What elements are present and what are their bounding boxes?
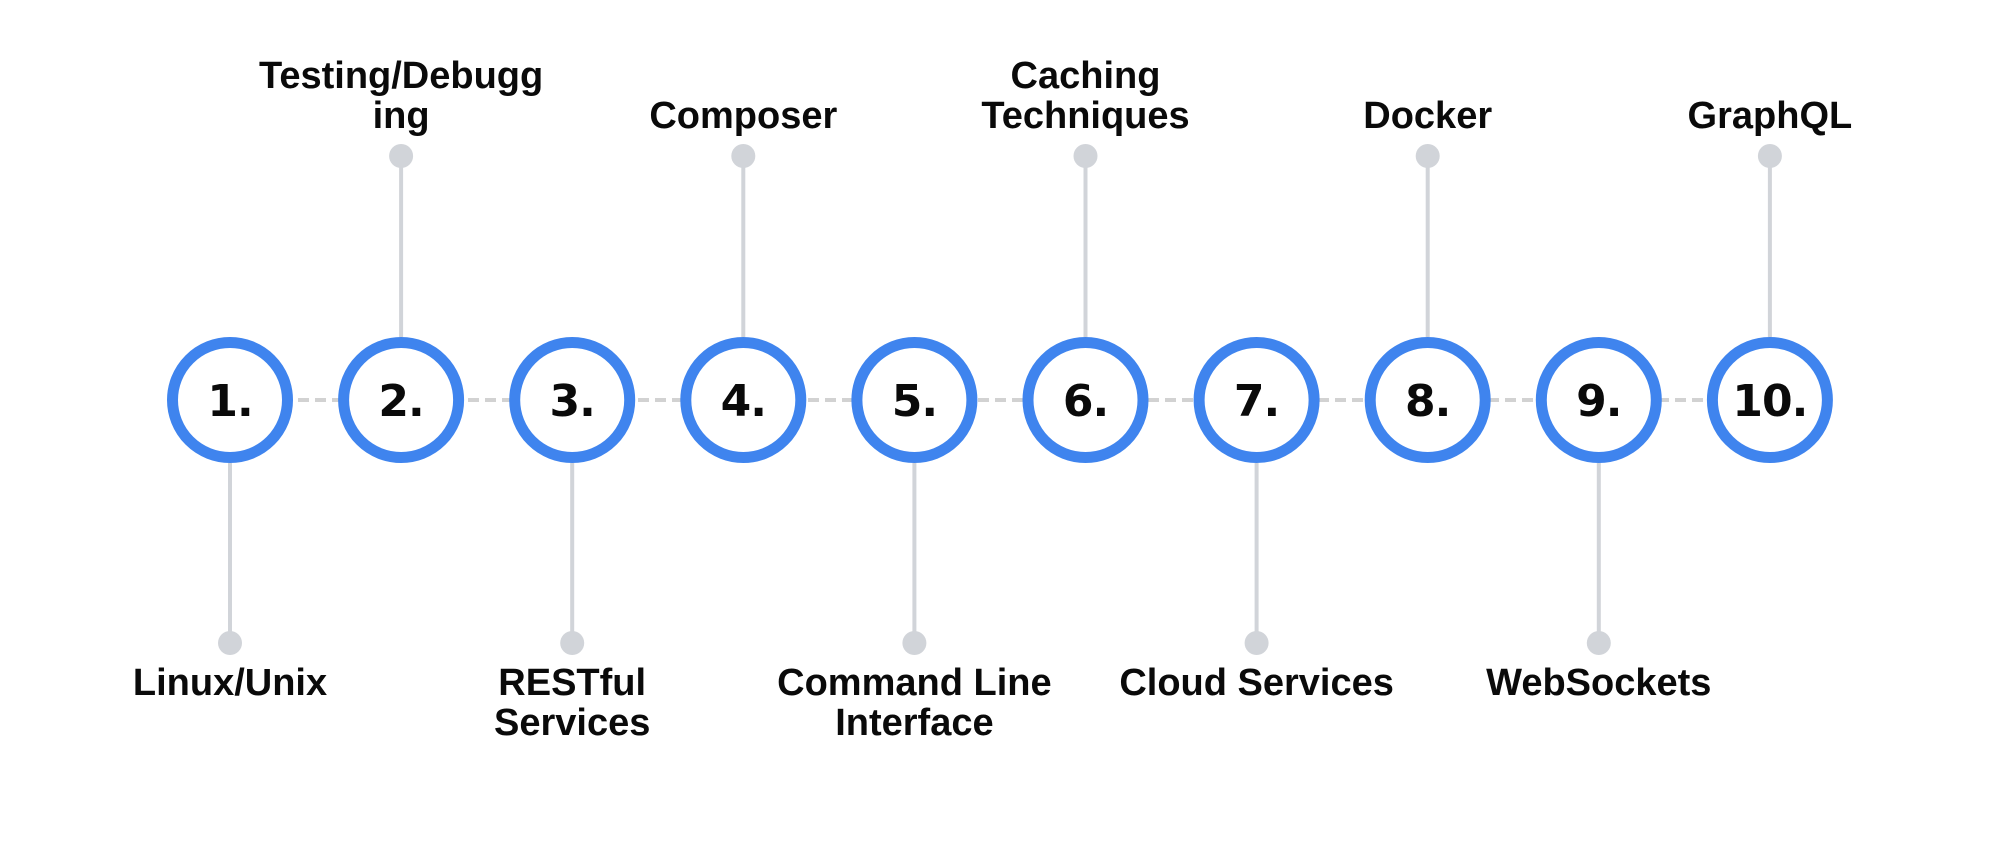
timeline-node: 8. [1364,337,1491,463]
item-label: CachingTechniques [981,55,1189,137]
item-label-line: Testing/Debugg [259,55,543,97]
node-number: 2. [378,376,423,427]
timeline-node: 5. [851,337,978,463]
item-label: WebSockets [1486,662,1711,704]
item-label-line: Linux/Unix [133,662,327,704]
node-number: 4. [721,376,766,427]
node-number: 6. [1063,376,1108,427]
node-number: 8. [1405,376,1450,427]
item-label: Cloud Services [1119,662,1394,704]
timeline-node: 2. [338,337,465,463]
connector-dot [1586,631,1611,655]
connector-dot [1073,144,1098,168]
item-label: Composer [649,95,837,137]
node-number: 10. [1732,376,1807,427]
connector-dot [902,631,927,655]
node-number: 3. [550,376,595,427]
timeline-node: 6. [1022,337,1149,463]
connector-dot [218,631,242,655]
timeline-node: 9. [1535,337,1662,463]
item-label-line: RESTful [498,662,646,704]
timeline-node: 1. [167,337,293,463]
item-label: RESTfulServices [494,662,650,744]
timeline-diagram: 1. 2. 3. 4. 5. 6. 7. 8. 9. 10. Linux/Unix Testing/… [133,55,1853,744]
connector-dot [560,631,585,655]
item-label-line: Command Line [777,662,1051,704]
item-label-line: Services [494,702,650,744]
node-number: 7. [1234,376,1279,427]
timeline-node: 3. [509,337,636,463]
node-number: 1. [207,376,252,427]
item-label-line: Cloud Services [1119,662,1394,704]
timeline-node: 10. [1706,337,1833,463]
item-label-line: Interface [835,702,993,744]
connector-dot [1757,144,1782,168]
item-label-line: GraphQL [1688,95,1853,137]
node-number: 9. [1576,376,1621,427]
item-label: Command LineInterface [777,662,1051,744]
item-label: Docker [1363,95,1492,137]
item-label-line: ing [373,95,430,137]
node-number: 5. [892,376,937,427]
item-label-line: WebSockets [1486,662,1711,704]
item-label-line: Docker [1363,95,1492,137]
item-label: GraphQL [1688,95,1853,137]
connector-dot [1415,144,1440,168]
connector-dot [731,144,756,168]
item-label-line: Composer [649,95,837,137]
item-label: Linux/Unix [133,662,327,704]
connector-dot [1244,631,1269,655]
connector-dot [389,144,414,168]
timeline-node: 7. [1193,337,1320,463]
timeline-node: 4. [680,337,807,463]
item-label-line: Caching [1011,55,1161,97]
item-label: Testing/Debugging [259,55,543,137]
item-label-line: Techniques [981,95,1189,137]
